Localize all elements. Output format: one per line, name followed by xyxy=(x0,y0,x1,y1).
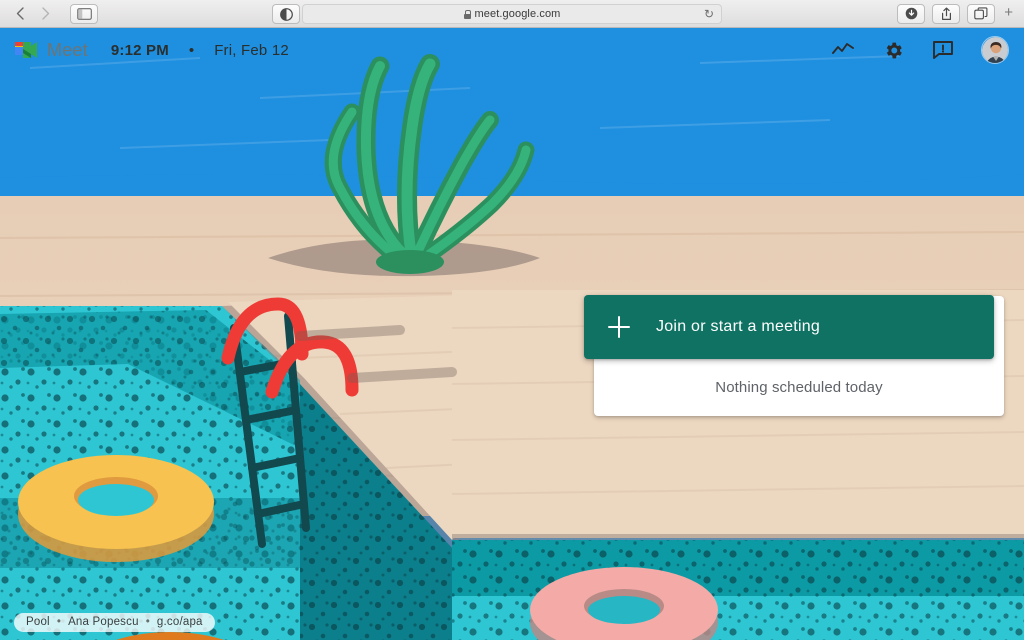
account-avatar[interactable] xyxy=(981,36,1009,64)
app-name: Meet xyxy=(47,39,88,60)
google-meet-logo-icon xyxy=(12,39,38,61)
share-icon xyxy=(941,7,951,20)
join-button-label: Join or start a meeting xyxy=(656,318,821,335)
artwork-link[interactable]: g.co/apa xyxy=(157,616,203,628)
meeting-card: Nothing scheduled today Join or start a … xyxy=(584,295,1004,416)
sidebar-toggle-button[interactable] xyxy=(70,3,98,24)
current-date: Fri, Feb 12 xyxy=(214,41,289,59)
gear-icon xyxy=(886,42,902,58)
plus-icon xyxy=(608,316,630,338)
empty-schedule-text: Nothing scheduled today xyxy=(715,378,883,396)
meet-header: Meet 9:12 PM • Fri, Feb 12 xyxy=(0,28,1024,72)
header-separator: • xyxy=(188,41,195,59)
reader-view-button[interactable] xyxy=(272,4,300,24)
browser-toolbar: meet.google.com ↻ + xyxy=(0,0,1024,28)
forward-button[interactable] xyxy=(35,4,57,24)
browser-nav-group xyxy=(0,3,98,24)
url-text: meet.google.com xyxy=(474,8,561,20)
yellow-inner-tube xyxy=(18,455,214,562)
screen-root: meet.google.com ↻ + Meet 9:12 PM • Fri, … xyxy=(0,0,1024,640)
caption-separator-2: • xyxy=(145,616,150,628)
feedback-button[interactable] xyxy=(931,38,955,62)
back-button[interactable] xyxy=(9,4,31,24)
lock-icon xyxy=(463,9,472,19)
join-or-start-meeting-button[interactable]: Join or start a meeting xyxy=(584,295,994,359)
artwork-title: Pool xyxy=(26,616,50,628)
address-bar[interactable]: meet.google.com ↻ xyxy=(302,4,722,24)
artwork-caption: Pool • Ana Popescu • g.co/apa xyxy=(14,613,215,632)
reload-button[interactable]: ↻ xyxy=(704,8,714,20)
artwork-author: Ana Popescu xyxy=(68,616,139,628)
share-button[interactable] xyxy=(932,3,961,24)
network-quality-button[interactable] xyxy=(831,38,855,62)
caption-separator-1: • xyxy=(56,616,62,628)
activity-trend-icon xyxy=(832,43,854,54)
feedback-icon xyxy=(933,41,953,59)
header-actions xyxy=(831,36,1024,64)
downloads-button[interactable] xyxy=(897,3,926,24)
downloads-icon xyxy=(905,7,918,20)
current-time: 9:12 PM xyxy=(110,41,169,59)
tab-overview-button[interactable] xyxy=(967,3,996,24)
brand-group: Meet 9:12 PM • Fri, Feb 12 xyxy=(0,39,289,61)
reader-view-icon xyxy=(279,7,293,21)
new-tab-button[interactable]: + xyxy=(1002,4,1017,23)
settings-button[interactable] xyxy=(881,38,905,62)
tab-overview-icon xyxy=(974,7,988,20)
sidebar-toggle-icon xyxy=(76,7,92,20)
browser-actions-group: + xyxy=(897,3,1024,24)
